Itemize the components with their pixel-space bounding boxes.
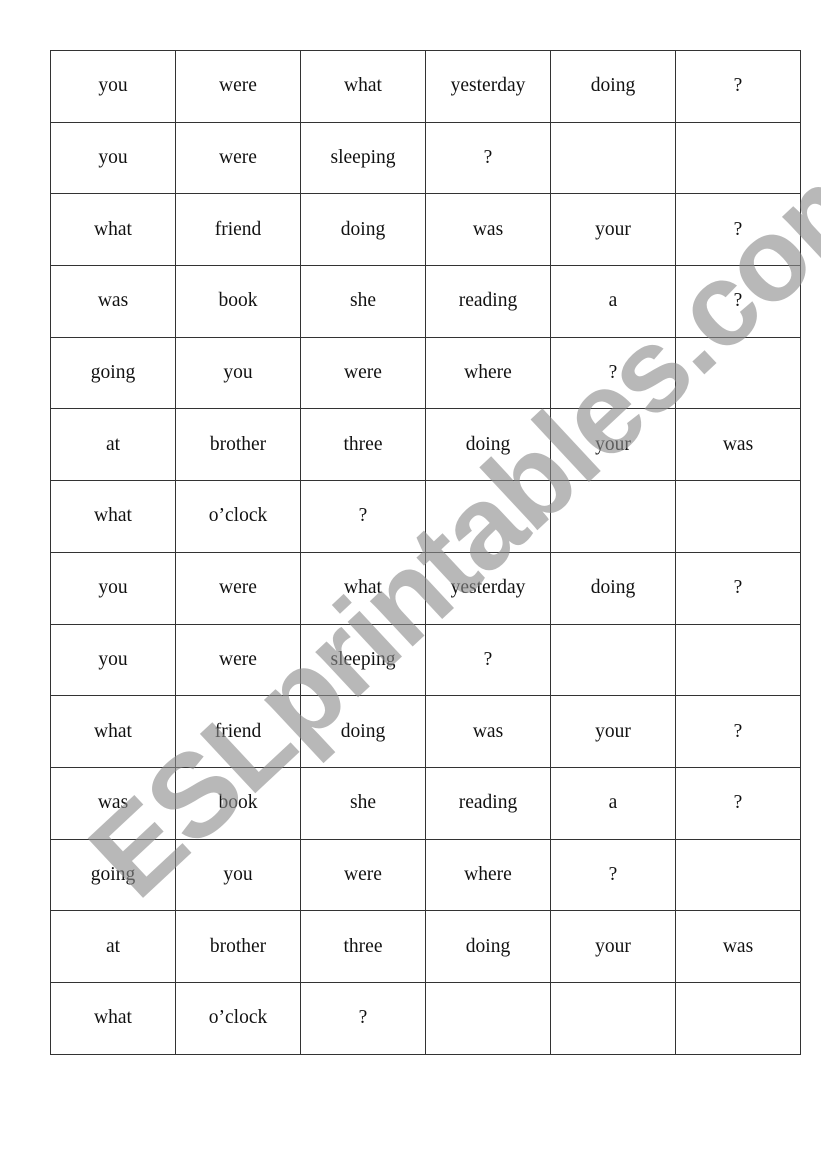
word-cell	[675, 981, 801, 1055]
word-cell: ?	[300, 981, 426, 1055]
word-cell	[425, 480, 551, 553]
word-cell: you	[50, 551, 176, 625]
word-cell: you	[175, 838, 301, 912]
word-cell: was	[675, 408, 801, 482]
word-cell: doing	[550, 551, 676, 625]
word-cell	[675, 121, 801, 195]
word-cell: three	[300, 910, 426, 983]
word-cell: your	[550, 193, 676, 267]
word-cell	[675, 336, 801, 410]
word-cell: your	[550, 910, 676, 983]
word-cards-table: you were what yesterday doing? you were sleepin…	[50, 50, 801, 1055]
word-cell: o’clock	[175, 981, 301, 1055]
word-cell	[550, 623, 676, 697]
word-cell: was	[425, 695, 551, 768]
word-cell: ?	[675, 551, 801, 625]
word-cell: were	[300, 336, 426, 410]
word-cell: ?	[675, 50, 801, 123]
word-cell: ?	[300, 480, 426, 553]
table-row: you were sleeping?	[50, 121, 801, 195]
word-cell: a	[550, 265, 676, 338]
word-cell: going	[50, 838, 176, 912]
word-cell: yesterday	[425, 551, 551, 625]
word-cell	[675, 623, 801, 697]
word-cell: was	[50, 265, 176, 338]
word-cell: ?	[425, 623, 551, 697]
word-cell: at	[50, 408, 176, 482]
word-cell: a	[550, 766, 676, 840]
word-cell: what	[50, 193, 176, 267]
word-cell: was	[425, 193, 551, 267]
word-cell: sleeping	[300, 121, 426, 195]
word-cell: book	[175, 766, 301, 840]
word-cell: what	[300, 551, 426, 625]
word-cell: doing	[425, 910, 551, 983]
word-cell: was	[675, 910, 801, 983]
table-row: you were what yesterday doing?	[50, 551, 801, 625]
word-cell	[550, 121, 676, 195]
table-row: was book she reading a?	[50, 766, 801, 840]
word-cell: she	[300, 766, 426, 840]
word-cell	[675, 838, 801, 912]
word-cell: ?	[550, 838, 676, 912]
word-cell: you	[175, 336, 301, 410]
word-cell: reading	[425, 766, 551, 840]
table-row: going you were where?	[50, 336, 801, 410]
word-cell: ?	[675, 695, 801, 768]
table-row: at brother three doing your was	[50, 408, 801, 482]
word-cell: were	[175, 551, 301, 625]
word-cell: sleeping	[300, 623, 426, 697]
word-cell	[550, 981, 676, 1055]
word-cell: she	[300, 265, 426, 338]
table-row: you were what yesterday doing?	[50, 50, 801, 123]
word-cell: doing	[300, 695, 426, 768]
word-cell: ?	[425, 121, 551, 195]
word-cell: were	[175, 623, 301, 697]
word-cell: ?	[675, 766, 801, 840]
word-cell: you	[50, 50, 176, 123]
word-cell: you	[50, 623, 176, 697]
word-cell: were	[175, 121, 301, 195]
table-row: what friend doing was your?	[50, 193, 801, 267]
table-row: you were sleeping?	[50, 623, 801, 697]
word-cell: yesterday	[425, 50, 551, 123]
word-cell	[425, 981, 551, 1055]
word-cell: was	[50, 766, 176, 840]
word-cell: reading	[425, 265, 551, 338]
word-cell: what	[50, 981, 176, 1055]
word-cell: were	[300, 838, 426, 912]
word-cell: friend	[175, 695, 301, 768]
word-cell: were	[175, 50, 301, 123]
word-cell: ?	[675, 193, 801, 267]
word-cell: three	[300, 408, 426, 482]
word-cell	[675, 480, 801, 553]
word-cell: brother	[175, 408, 301, 482]
word-cell: you	[50, 121, 176, 195]
word-cell: what	[50, 480, 176, 553]
word-cell: your	[550, 695, 676, 768]
word-cell: at	[50, 910, 176, 983]
word-cell: doing	[300, 193, 426, 267]
table-row: what o’clock?	[50, 480, 801, 553]
table-row: what o’clock?	[50, 981, 801, 1055]
word-cell	[550, 480, 676, 553]
table-row: going you were where?	[50, 838, 801, 912]
word-cell: ?	[550, 336, 676, 410]
word-cell: where	[425, 838, 551, 912]
word-cell: your	[550, 408, 676, 482]
word-cell: going	[50, 336, 176, 410]
word-cell: where	[425, 336, 551, 410]
table-row: at brother three doing your was	[50, 910, 801, 983]
word-cell: friend	[175, 193, 301, 267]
word-cell: brother	[175, 910, 301, 983]
word-cell: doing	[550, 50, 676, 123]
word-cell: doing	[425, 408, 551, 482]
word-cell: ?	[675, 265, 801, 338]
word-cell: what	[50, 695, 176, 768]
word-cell: what	[300, 50, 426, 123]
table-row: what friend doing was your?	[50, 695, 801, 768]
word-cell: book	[175, 265, 301, 338]
word-cell: o’clock	[175, 480, 301, 553]
table-row: was book she reading a?	[50, 265, 801, 338]
